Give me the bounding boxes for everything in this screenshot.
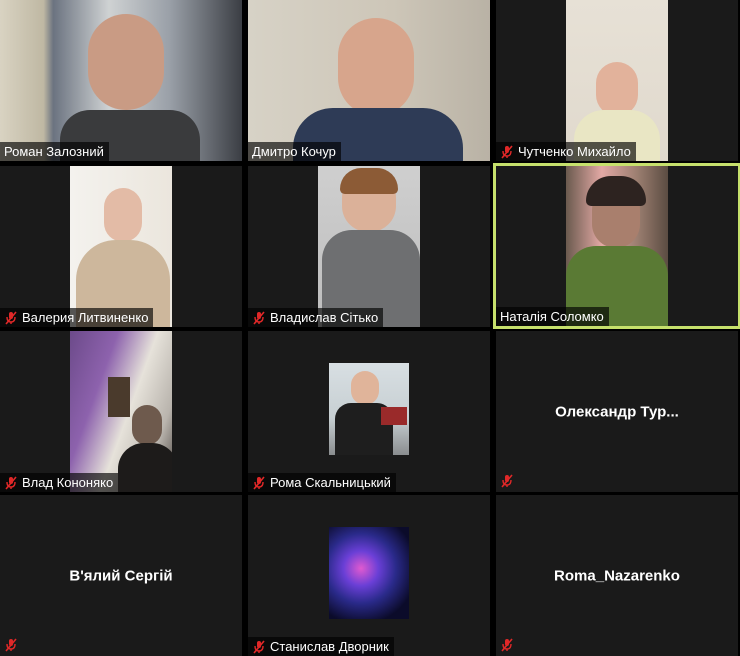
- participant-video: [0, 0, 242, 161]
- participant-name: Рома Скальницький: [270, 475, 391, 490]
- microphone-muted-icon: [253, 310, 265, 325]
- participant-name-tag: Наталія Соломко: [496, 307, 609, 326]
- participant-tile[interactable]: Рома Скальницький: [248, 331, 490, 492]
- participant-tile[interactable]: Валерия Литвиненко: [0, 166, 242, 327]
- participant-tile[interactable]: Влад Кононяко: [0, 331, 242, 492]
- participant-tile-active-speaker[interactable]: Наталія Соломко: [493, 163, 740, 329]
- participant-video: [70, 166, 172, 327]
- participant-name-tag: Роман Залозний: [0, 142, 109, 161]
- participant-tile[interactable]: Roma_Nazarenko: [496, 495, 738, 656]
- participant-display-name: Roma_Nazarenko: [554, 567, 680, 584]
- participant-name-tag: Дмитро Кочур: [248, 142, 341, 161]
- participant-video: [248, 0, 490, 161]
- microphone-muted-icon: [253, 639, 265, 654]
- participant-tile[interactable]: В'ялий Сергій: [0, 495, 242, 656]
- participant-display-name: В'ялий Сергій: [69, 567, 173, 584]
- participant-avatar-galaxy-image: [329, 527, 409, 619]
- participant-tile[interactable]: Чутченко Михайло: [496, 0, 738, 161]
- participant-tile[interactable]: Олександр Тур...: [496, 331, 738, 492]
- participant-name-tag: Чутченко Михайло: [496, 142, 636, 161]
- video-grid: Роман Залозний Дмитро Кочур Чутченко Мих…: [0, 0, 740, 656]
- participant-video: [566, 166, 668, 326]
- microphone-muted-icon: [253, 475, 265, 490]
- microphone-muted-icon: [501, 638, 513, 652]
- participant-name: Наталія Соломко: [500, 309, 604, 324]
- participant-tile[interactable]: Станислав Дворник: [248, 495, 490, 656]
- participant-name-tag: Владислав Сітько: [248, 308, 384, 327]
- microphone-muted-icon: [501, 144, 513, 159]
- participant-display-name: Олександр Тур...: [555, 403, 679, 420]
- microphone-muted-icon: [5, 638, 17, 652]
- participant-video: [566, 0, 668, 161]
- participant-name-tag: Станислав Дворник: [248, 637, 394, 656]
- microphone-muted-icon: [501, 474, 513, 488]
- participant-tile[interactable]: Дмитро Кочур: [248, 0, 490, 161]
- participant-name-tag: Рома Скальницький: [248, 473, 396, 492]
- microphone-muted-icon: [5, 475, 17, 490]
- participant-name-tag: Влад Кононяко: [0, 473, 119, 492]
- participant-tile[interactable]: Владислав Сітько: [248, 166, 490, 327]
- participant-name-tag: Валерия Литвиненко: [0, 308, 154, 327]
- participant-name: Чутченко Михайло: [518, 144, 631, 159]
- participant-name: Владислав Сітько: [270, 310, 379, 325]
- participant-video: [318, 166, 420, 327]
- participant-name: Станислав Дворник: [270, 639, 389, 654]
- participant-video: [70, 331, 172, 492]
- participant-name: Дмитро Кочур: [252, 144, 336, 159]
- participant-tile[interactable]: Роман Залозний: [0, 0, 242, 161]
- participant-name: Роман Залозний: [4, 144, 104, 159]
- microphone-muted-icon: [5, 310, 17, 325]
- participant-name: Влад Кононяко: [22, 475, 114, 490]
- participant-name: Валерия Литвиненко: [22, 310, 149, 325]
- participant-avatar-photo: [329, 363, 409, 455]
